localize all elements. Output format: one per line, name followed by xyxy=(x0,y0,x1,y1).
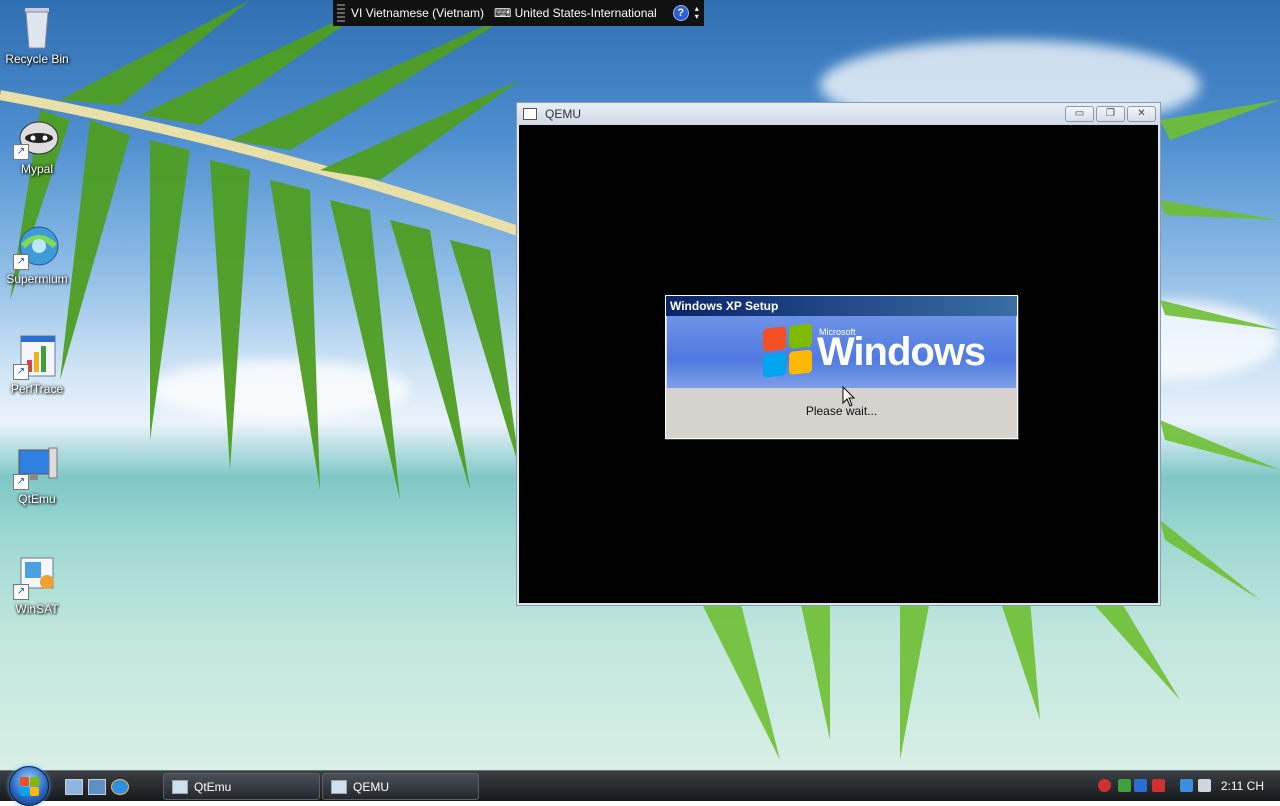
windows-logo-icon xyxy=(20,787,29,796)
help-icon[interactable]: ? xyxy=(672,5,689,21)
show-desktop-icon[interactable] xyxy=(65,779,83,795)
volume-muted-icon[interactable] xyxy=(1198,779,1211,792)
desktop-icon-label: QtEmu xyxy=(18,492,56,506)
language-bar[interactable]: VI Vietnamese (Vietnam) ⌨ United States-… xyxy=(333,0,704,26)
shortcut-arrow-icon: ↗ xyxy=(13,364,29,380)
globe-icon: ↗ xyxy=(13,222,61,270)
recycle-bin-icon xyxy=(13,2,61,50)
taskbar-button-label: QtEmu xyxy=(194,779,232,794)
desktop-icon-label: WinSAT xyxy=(15,602,59,616)
taskbar-button-qemu[interactable]: QEMU xyxy=(322,773,479,800)
taskbar: QtEmu QEMU 2:11 CH xyxy=(0,766,1280,806)
windows-wordmark: Windows xyxy=(817,330,986,374)
xp-setup-title: Windows XP Setup xyxy=(666,296,1017,316)
network-icon[interactable] xyxy=(1134,779,1147,792)
desktop-icon-label: Recycle Bin xyxy=(5,52,69,66)
monitor-icon: ↗ xyxy=(13,442,61,490)
window-title: QEMU xyxy=(545,107,581,121)
security-alert-icon[interactable] xyxy=(1098,779,1111,792)
chart-icon: ↗ xyxy=(13,332,61,380)
taskbar-button-label: QEMU xyxy=(353,779,389,794)
qemu-window[interactable]: QEMU ▭ ❐ ✕ Windows XP Setup Microsoft Wi… xyxy=(516,102,1161,606)
minimize-button[interactable]: ▭ xyxy=(1065,106,1094,122)
switch-windows-icon[interactable] xyxy=(88,779,106,795)
desktop-icon-label: Supermium xyxy=(6,272,68,286)
mouse-cursor-icon xyxy=(842,386,856,407)
windows-logo-icon xyxy=(20,777,29,786)
desktop: Recycle Bin ↗ Mypal ↗ Supermium ↗ PerfTr… xyxy=(0,0,1280,770)
windows-logo-icon xyxy=(30,777,39,786)
close-button[interactable]: ✕ xyxy=(1127,106,1156,122)
desktop-icon-qtemu[interactable]: ↗ QtEmu xyxy=(1,442,73,506)
start-button[interactable] xyxy=(9,766,49,806)
vm-screen[interactable]: Windows XP Setup Microsoft Windows Pleas… xyxy=(519,125,1158,603)
keyboard-layout-label: United States-International xyxy=(514,6,657,20)
restore-button[interactable]: ❐ xyxy=(1096,106,1125,122)
xp-setup-dialog: Windows XP Setup Microsoft Windows Pleas… xyxy=(665,295,1018,439)
shortcut-arrow-icon: ↗ xyxy=(13,254,29,270)
monitor-icon xyxy=(172,779,188,794)
drag-grip-icon[interactable] xyxy=(337,4,345,22)
shield-icon[interactable] xyxy=(1118,779,1131,792)
shortcut-arrow-icon: ↗ xyxy=(13,474,29,490)
desktop-icon-perftrace[interactable]: ↗ PerfTrace xyxy=(1,332,73,396)
desktop-icon-recycle-bin[interactable]: Recycle Bin xyxy=(1,2,73,66)
desktop-icon-label: PerfTrace xyxy=(10,382,64,396)
shortcut-arrow-icon: ↗ xyxy=(13,144,29,160)
desktop-icon-label: Mypal xyxy=(20,162,53,176)
qemu-titlebar[interactable]: QEMU ▭ ❐ ✕ xyxy=(517,103,1160,125)
desktop-icon-mypal[interactable]: ↗ Mypal xyxy=(1,112,73,176)
shortcut-arrow-icon: ↗ xyxy=(13,584,29,600)
desktop-icon-winsat[interactable]: ↗ WinSAT xyxy=(1,552,73,616)
windows-logo-icon xyxy=(30,787,39,796)
clock[interactable]: 2:11 CH xyxy=(1221,779,1264,793)
keyboard-icon: ⌨ xyxy=(493,6,515,20)
monitor-icon: ↗ xyxy=(13,552,61,600)
keyboard-layout-selector[interactable]: ⌨ United States-International xyxy=(494,6,657,20)
windows-banner: Microsoft Windows xyxy=(667,316,1016,407)
internet-explorer-icon[interactable] xyxy=(111,779,129,795)
desktop-icon-supermium[interactable]: ↗ Supermium xyxy=(1,222,73,286)
windows-flag-icon xyxy=(763,323,813,378)
raccoon-icon: ↗ xyxy=(13,112,61,160)
taskbar-button-qtemu[interactable]: QtEmu xyxy=(163,773,320,800)
language-selector[interactable]: VI Vietnamese (Vietnam) xyxy=(351,6,484,20)
qemu-app-icon xyxy=(523,108,537,120)
network-disconnected-icon[interactable] xyxy=(1152,779,1165,792)
langbar-options-icon[interactable]: ▴ ▾ xyxy=(695,5,699,21)
safely-remove-icon[interactable] xyxy=(1180,779,1193,792)
qemu-app-icon xyxy=(331,779,347,794)
